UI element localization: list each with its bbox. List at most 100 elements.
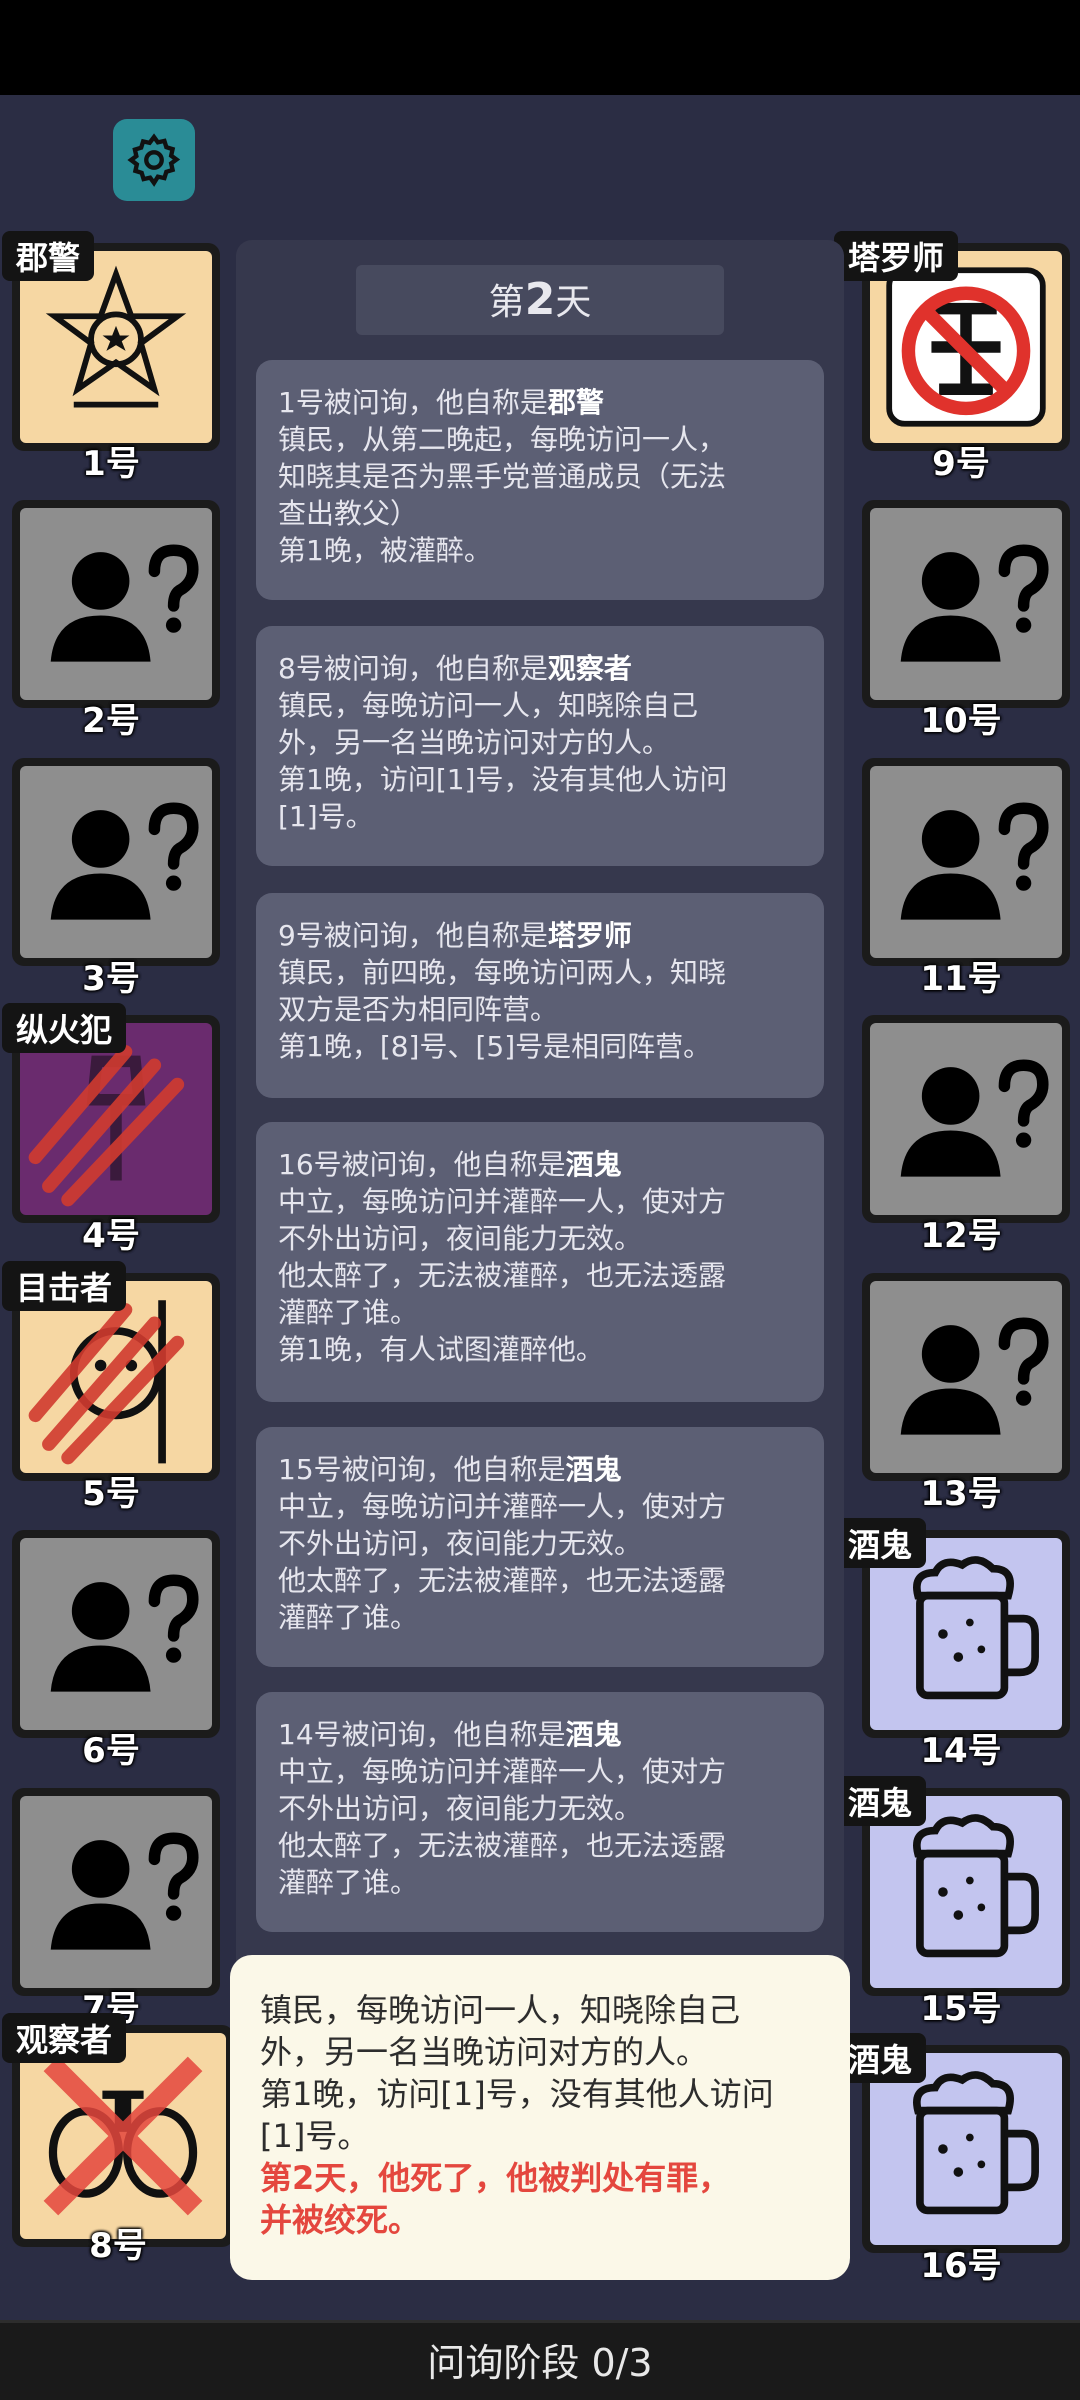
unknown-person-icon [50, 544, 199, 662]
message-line: 不外出访问，夜间能力无效。 [278, 1527, 643, 1560]
message-head: 1号被问询，他自称是郡警 [278, 384, 802, 421]
message-line: 第1晚，被灌醉。 [278, 534, 492, 567]
popup-line: [1]号。 [260, 2117, 370, 2155]
interrogation-message: 14号被问询，他自称是酒鬼 中立，每晚访问并灌醉一人，使对方 不外出访问，夜间能力无… [256, 1692, 824, 1932]
popup-line: 外，另一名当晚访问对方的人。 [260, 2033, 709, 2071]
message-line: 知晓其是否为黑手党普通成员（无法 [278, 460, 727, 493]
player-portrait [870, 1023, 1062, 1215]
unknown-person-icon [900, 1317, 1049, 1435]
popup-line: 第1晚，访问[1]号，没有其他人访问 [260, 2075, 774, 2113]
player-card-6号[interactable]: 6号 [2, 1530, 220, 1771]
death-notice: 并被绞死。 [260, 2201, 421, 2239]
message-head: 8号被问询，他自称是观察者 [278, 650, 802, 687]
message-line: 第1晚，访问[1]号，没有其他人访问 [278, 763, 728, 796]
player-card-5号[interactable]: 目击者 5号 [2, 1261, 220, 1514]
day-prefix: 第 [488, 282, 525, 323]
player-number: 3号 [82, 959, 140, 999]
message-line: 他太醉了，无法被灌醉，也无法透露 [278, 1829, 727, 1862]
player-card-15号[interactable]: 酒鬼 15号 [834, 1776, 1070, 2029]
player-number: 10号 [920, 701, 1002, 741]
message-head-text: 16号被问询，他自称是 [278, 1148, 566, 1181]
message-line: 外，另一名当晚访问对方的人。 [278, 726, 671, 759]
player-card-frame [862, 758, 1070, 966]
role-tag: 塔罗师 [834, 231, 959, 281]
message-head: 14号被问询，他自称是酒鬼 [278, 1716, 802, 1753]
player-number: 9号 [932, 444, 990, 484]
message-line: 灌醉了谁。 [278, 1866, 419, 1899]
player-card-frame [862, 500, 1070, 708]
player-card-frame [12, 500, 220, 708]
message-head-text: 9号被问询，他自称是 [278, 919, 548, 952]
player-card-13号[interactable]: 13号 [852, 1273, 1070, 1514]
role-tag: 郡警 [2, 231, 95, 281]
player-card-10号[interactable]: 10号 [852, 500, 1070, 741]
message-line: 不外出访问，夜间能力无效。 [278, 1222, 643, 1255]
status-bar [0, 0, 1080, 95]
player-number: 1号 [82, 444, 140, 484]
player-number: 4号 [82, 1216, 140, 1256]
player-card-12号[interactable]: 12号 [852, 1015, 1070, 1256]
player-card-4号[interactable]: 纵火犯 4号 [2, 1003, 220, 1256]
role-tag: 目击者 [2, 1261, 127, 1311]
day-header: 第2天 [356, 265, 724, 335]
player-card-9号[interactable]: 塔罗师 9号 [834, 231, 1070, 484]
message-head-text: 1号被问询，他自称是 [278, 386, 548, 419]
claimed-role: 郡警 [547, 386, 604, 419]
player-detail-popup[interactable]: 镇民，每晚访问一人，知晓除自己 外，另一名当晚访问对方的人。 第1晚，访问[1]… [230, 1955, 850, 2280]
player-number: 16号 [920, 2246, 1002, 2286]
message-line: 镇民，每晚访问一人，知晓除自己 [278, 689, 699, 722]
role-tag: 观察者 [2, 2013, 127, 2063]
message-line: 中立，每晚访问并灌醉一人，使对方 [278, 1185, 727, 1218]
message-line: 查出教父） [278, 497, 419, 530]
message-line: 他太醉了，无法被灌醉，也无法透露 [278, 1259, 727, 1292]
player-card-frame [12, 1530, 220, 1738]
message-line: 镇民，前四晚，每晚访问两人，知晓 [278, 956, 727, 989]
player-portrait [20, 508, 212, 700]
interrogation-message: 9号被问询，他自称是塔罗师 镇民，前四晚，每晚访问两人，知晓 双方是否为相同阵营。第… [256, 893, 824, 1098]
unknown-person-icon [900, 802, 1049, 920]
player-number: 5号 [82, 1474, 140, 1514]
settings-button[interactable] [113, 119, 195, 201]
player-number: 2号 [82, 701, 140, 741]
player-card-14号[interactable]: 酒鬼 14号 [834, 1518, 1070, 1771]
unknown-person-icon [50, 802, 199, 920]
player-card-8号[interactable]: 观察者 8号 [2, 2013, 234, 2266]
message-line: 镇民，从第二晚起，每晚访问一人， [278, 423, 727, 456]
message-line: 不外出访问，夜间能力无效。 [278, 1792, 643, 1825]
player-portrait [870, 508, 1062, 700]
message-head: 16号被问询，他自称是酒鬼 [278, 1146, 802, 1183]
player-card-11号[interactable]: 11号 [852, 758, 1070, 999]
player-card-16号[interactable]: 酒鬼 16号 [834, 2033, 1070, 2286]
message-head-text: 15号被问询，他自称是 [278, 1453, 566, 1486]
phase-label: 问询阶段 0/3 [427, 2341, 653, 2385]
message-line: 他太醉了，无法被灌醉，也无法透露 [278, 1564, 727, 1597]
player-portrait [20, 1796, 212, 1988]
role-tag: 酒鬼 [834, 1518, 927, 1568]
binoculars-icon [43, 2056, 203, 2216]
player-card-7号[interactable]: 7号 [2, 1788, 220, 2029]
message-line: 第1晚，有人试图灌醉他。 [278, 1333, 604, 1366]
player-card-frame [862, 1015, 1070, 1223]
phase-bar: 问询阶段 0/3 [0, 2320, 1080, 2400]
player-card-2号[interactable]: 2号 [2, 500, 220, 741]
message-head: 9号被问询，他自称是塔罗师 [278, 917, 802, 954]
gear-icon [127, 133, 181, 187]
player-number: 15号 [920, 1989, 1002, 2029]
interrogation-message: 1号被问询，他自称是郡警 镇民，从第二晚起，每晚访问一人， 知晓其是否为黑手党普通成… [256, 360, 824, 600]
message-line: 双方是否为相同阵营。 [278, 993, 559, 1026]
player-card-3号[interactable]: 3号 [2, 758, 220, 999]
player-portrait [20, 1538, 212, 1730]
message-head-text: 14号被问询，他自称是 [278, 1718, 566, 1751]
claimed-role: 酒鬼 [565, 1148, 622, 1181]
player-card-1号[interactable]: 郡警 1号 [2, 231, 220, 484]
player-card-frame [12, 758, 220, 966]
message-head-text: 8号被问询，他自称是 [278, 652, 548, 685]
message-line: 灌醉了谁。 [278, 1296, 419, 1329]
player-portrait [20, 2033, 226, 2239]
claimed-role: 酒鬼 [565, 1718, 622, 1751]
message-line: 中立，每晚访问并灌醉一人，使对方 [278, 1490, 727, 1523]
day-number: 2 [524, 274, 556, 325]
claimed-role: 观察者 [547, 652, 632, 685]
player-number: 14号 [920, 1731, 1002, 1771]
player-card-frame [862, 1273, 1070, 1481]
